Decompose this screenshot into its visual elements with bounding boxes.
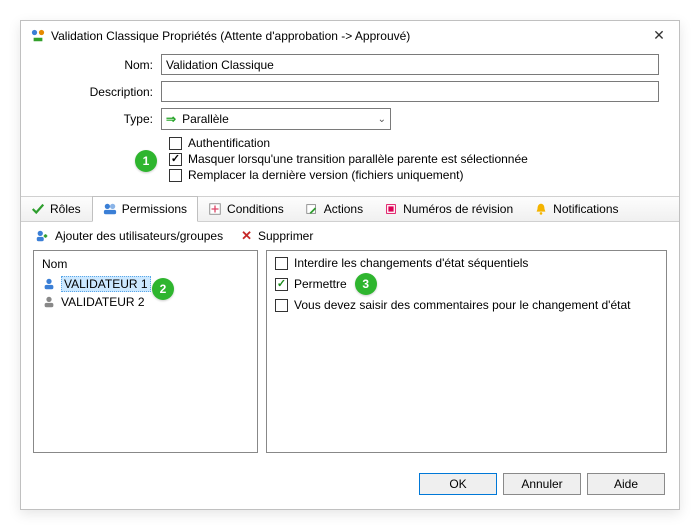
window-title: Validation Classique Propriétés (Attente…: [51, 29, 643, 43]
permissions-pane: Interdire les changements d'état séquent…: [266, 250, 667, 453]
label-replace: Remplacer la dernière version (fichiers …: [188, 168, 463, 182]
form-area: Nom: Description: Type: ⇒ Parallèle ⌄ Au…: [21, 50, 679, 192]
callout-2: 2: [152, 278, 174, 300]
close-button[interactable]: ✕: [649, 27, 669, 44]
tab-permissions[interactable]: Permissions: [92, 196, 198, 222]
users-icon: [103, 202, 117, 216]
user-icon: [42, 277, 56, 291]
checkbox-allow[interactable]: [275, 278, 288, 291]
label-deny-seq: Interdire les changements d'état séquent…: [294, 256, 528, 270]
checkbox-replace[interactable]: [169, 169, 182, 182]
callout-1: 1: [135, 150, 157, 172]
add-users-button[interactable]: Ajouter des utilisateurs/groupes: [35, 229, 223, 243]
user-icon: [42, 295, 56, 309]
select-type[interactable]: ⇒ Parallèle ⌄: [161, 108, 391, 130]
input-description[interactable]: [161, 81, 659, 102]
app-icon: [31, 29, 45, 43]
delete-button[interactable]: ✕ Supprimer: [241, 228, 313, 244]
checkbox-auth[interactable]: [169, 137, 182, 150]
tab-bar: Rôles Permissions Conditions Actions Num…: [21, 196, 679, 222]
actions-icon: [305, 202, 319, 216]
delete-icon: ✕: [241, 228, 252, 244]
dialog-window: Validation Classique Propriétés (Attente…: [20, 20, 680, 510]
label-description: Description:: [41, 85, 161, 99]
tab-revisions[interactable]: Numéros de révision: [374, 197, 524, 221]
add-user-icon: [35, 229, 49, 243]
bell-icon: [534, 202, 548, 216]
tab-actions[interactable]: Actions: [295, 197, 374, 221]
label-name: Nom:: [41, 58, 161, 72]
check-icon: [31, 202, 45, 216]
content-panes: Nom VALIDATEUR 1 VALIDATEUR 2 2 Interdir…: [21, 250, 679, 465]
checkbox-deny-seq[interactable]: [275, 257, 288, 270]
checkbox-mask[interactable]: [169, 153, 182, 166]
label-mask: Masquer lorsqu'une transition parallèle …: [188, 152, 528, 166]
chevron-down-icon: ⌄: [378, 114, 386, 125]
tab-roles[interactable]: Rôles: [21, 197, 92, 221]
tab-notifications[interactable]: Notifications: [524, 197, 629, 221]
user-row-1[interactable]: VALIDATEUR 1: [40, 275, 251, 293]
label-allow: Permettre: [294, 277, 347, 291]
callout-3: 3: [355, 273, 377, 295]
checkbox-must-comment[interactable]: [275, 299, 288, 312]
cancel-button[interactable]: Annuler: [503, 473, 581, 495]
conditions-icon: [208, 202, 222, 216]
help-button[interactable]: Aide: [587, 473, 665, 495]
users-pane: Nom VALIDATEUR 1 VALIDATEUR 2 2: [33, 250, 258, 453]
user-row-2[interactable]: VALIDATEUR 2: [40, 294, 251, 310]
input-name[interactable]: [161, 54, 659, 75]
select-type-value: Parallèle: [182, 112, 229, 126]
users-header: Nom: [40, 255, 251, 275]
dialog-buttons: OK Annuler Aide: [21, 465, 679, 509]
label-auth: Authentification: [188, 136, 270, 150]
parallel-icon: ⇒: [166, 112, 176, 126]
ok-button[interactable]: OK: [419, 473, 497, 495]
title-bar: Validation Classique Propriétés (Attente…: [21, 21, 679, 50]
label-type: Type:: [41, 112, 161, 126]
sub-toolbar: Ajouter des utilisateurs/groupes ✕ Suppr…: [21, 222, 679, 250]
revision-icon: [384, 202, 398, 216]
tab-conditions[interactable]: Conditions: [198, 197, 295, 221]
label-must-comment: Vous devez saisir des commentaires pour …: [294, 298, 630, 312]
